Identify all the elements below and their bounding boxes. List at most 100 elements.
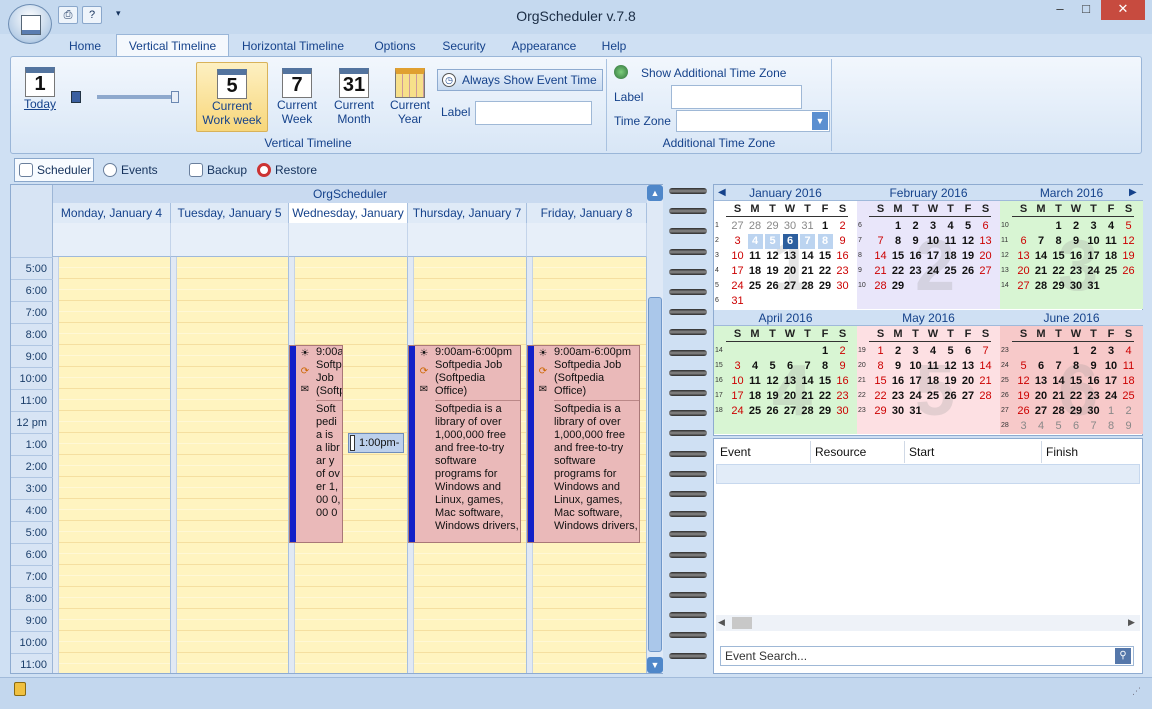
current-year-button[interactable]: Current Year — [385, 68, 435, 126]
calendar-day[interactable]: 15 — [891, 249, 906, 264]
calendar-day[interactable]: 30 — [783, 219, 798, 234]
calendar-day[interactable]: 2 — [1086, 344, 1101, 359]
calendar-day[interactable]: 1 — [818, 219, 833, 234]
calendar-day[interactable]: 11 — [748, 249, 763, 264]
calendar-day[interactable]: 22 — [873, 389, 888, 404]
calendar-day[interactable]: 3 — [908, 344, 923, 359]
calendar-day[interactable]: 15 — [1051, 249, 1066, 264]
calendar-day[interactable]: 2 — [908, 219, 923, 234]
calendar-day[interactable]: 29 — [765, 219, 780, 234]
calendar-day[interactable]: 2 — [1121, 404, 1136, 419]
chevron-down-icon[interactable]: ▼ — [812, 112, 828, 130]
month-title[interactable]: January 2016 — [714, 185, 857, 201]
calendar-day[interactable]: 8 — [818, 359, 833, 374]
calendar-day[interactable]: 25 — [926, 389, 941, 404]
resize-grip-icon[interactable]: ⋰ — [1132, 686, 1141, 697]
calendar-day[interactable]: 27 — [978, 264, 993, 279]
calendar-day[interactable]: 15 — [818, 374, 833, 389]
restore-button[interactable]: Restore — [252, 158, 320, 182]
month-title[interactable]: March 2016 — [1000, 185, 1143, 201]
calendar-day[interactable]: 5 — [765, 359, 780, 374]
calendar-day[interactable]: 21 — [800, 389, 815, 404]
all-day-cell[interactable] — [171, 223, 289, 257]
calendar-day[interactable]: 25 — [943, 264, 958, 279]
calendar-day[interactable]: 19 — [943, 374, 958, 389]
binoculars-icon[interactable]: ⚲ — [1115, 648, 1131, 664]
scroll-thumb[interactable] — [648, 297, 662, 652]
calendar-day[interactable]: 23 — [835, 264, 850, 279]
calendar-day[interactable]: 31 — [908, 404, 923, 419]
calendar-day[interactable]: 17 — [908, 374, 923, 389]
calendar-day[interactable]: 7 — [1086, 419, 1101, 434]
scheduler-button[interactable]: Scheduler — [14, 158, 94, 182]
tab-options[interactable]: Options — [362, 36, 428, 56]
zoom-slider-thumb[interactable] — [171, 91, 179, 103]
event-thursday[interactable]: ☀ ⟳ ✉ 9:00am-6:00pm Softpedia Job (Softp… — [408, 345, 521, 543]
app-menu-button[interactable] — [8, 4, 52, 44]
calendar-day[interactable]: 19 — [765, 264, 780, 279]
calendar-day[interactable]: 1 — [818, 344, 833, 359]
calendar-day[interactable]: 30 — [835, 404, 850, 419]
calendar-day[interactable]: 29 — [873, 404, 888, 419]
calendar-day[interactable]: 9 — [908, 234, 923, 249]
calendar-day[interactable]: 18 — [748, 389, 763, 404]
calendar-day[interactable]: 31 — [1086, 279, 1101, 294]
calendar-day[interactable]: 13 — [783, 374, 798, 389]
calendar-day[interactable]: 8 — [1051, 234, 1066, 249]
calendar-day[interactable]: 26 — [765, 404, 780, 419]
zoom-slider[interactable] — [97, 95, 177, 99]
calendar-day[interactable]: 21 — [1051, 389, 1066, 404]
calendar-day[interactable]: 22 — [1051, 264, 1066, 279]
calendar-day[interactable]: 6 — [782, 234, 798, 249]
calendar-day[interactable]: 4 — [1121, 344, 1136, 359]
backup-button[interactable]: Backup — [184, 158, 248, 182]
calendar-day[interactable]: 12 — [961, 234, 976, 249]
calendar-day[interactable]: 16 — [835, 374, 850, 389]
minimize-button[interactable]: – — [1047, 0, 1073, 20]
calendar-day[interactable]: 11 — [926, 359, 941, 374]
calendar-day[interactable]: 22 — [818, 389, 833, 404]
calendar-day[interactable]: 25 — [1121, 389, 1136, 404]
calendar-day[interactable]: 5 — [1016, 359, 1031, 374]
calendar-day[interactable]: 20 — [783, 264, 798, 279]
calendar-day[interactable]: 11 — [748, 374, 763, 389]
calendar-day[interactable]: 23 — [1069, 264, 1084, 279]
calendar-day[interactable]: 13 — [961, 359, 976, 374]
calendar-day[interactable]: 20 — [1034, 389, 1049, 404]
calendar-day[interactable]: 30 — [1069, 279, 1084, 294]
calendar-day[interactable]: 1 — [1104, 404, 1119, 419]
calendar-day[interactable]: 1 — [1051, 219, 1066, 234]
printer-icon[interactable]: ⎙ — [58, 6, 78, 24]
calendar-day[interactable]: 13 — [978, 234, 993, 249]
close-button[interactable]: ✕ — [1101, 0, 1145, 20]
calendar-day[interactable]: 3 — [730, 359, 745, 374]
calendar-day[interactable]: 10 — [908, 359, 923, 374]
calendar-day[interactable]: 20 — [961, 374, 976, 389]
calendar-day[interactable]: 17 — [926, 249, 941, 264]
tab-horizontal-timeline[interactable]: Horizontal Timeline — [232, 36, 354, 56]
all-day-cell[interactable] — [527, 223, 647, 257]
calendar-day[interactable]: 4 — [1104, 219, 1119, 234]
month-title[interactable]: February 2016 — [857, 185, 1000, 201]
calendar-day[interactable]: 31 — [730, 294, 745, 309]
calendar-day[interactable]: 27 — [730, 219, 745, 234]
calendar-day[interactable]: 23 — [891, 389, 906, 404]
today-button[interactable]: 1 Today — [19, 67, 61, 111]
day-header-wednesday[interactable]: Wednesday, January 6 — [289, 203, 408, 240]
calendar-day[interactable]: 27 — [1034, 404, 1049, 419]
all-day-cell[interactable] — [408, 223, 527, 257]
calendar-day[interactable]: 12 — [1121, 234, 1136, 249]
calendar-day[interactable]: 6 — [1034, 359, 1049, 374]
calendar-day[interactable]: 16 — [891, 374, 906, 389]
month-title[interactable]: May 2016 — [857, 310, 1000, 326]
calendar-day[interactable]: 13 — [1034, 374, 1049, 389]
help-icon[interactable]: ? — [82, 6, 102, 24]
calendar-day[interactable]: 28 — [1034, 279, 1049, 294]
calendar-day[interactable]: 23 — [1086, 389, 1101, 404]
calendar-day[interactable]: 19 — [1016, 389, 1031, 404]
calendar-day[interactable]: 18 — [926, 374, 941, 389]
calendar-day[interactable]: 9 — [835, 234, 850, 249]
calendar-day[interactable]: 30 — [835, 279, 850, 294]
col-resource[interactable]: Resource — [811, 441, 905, 463]
calendar-day[interactable]: 21 — [978, 374, 993, 389]
